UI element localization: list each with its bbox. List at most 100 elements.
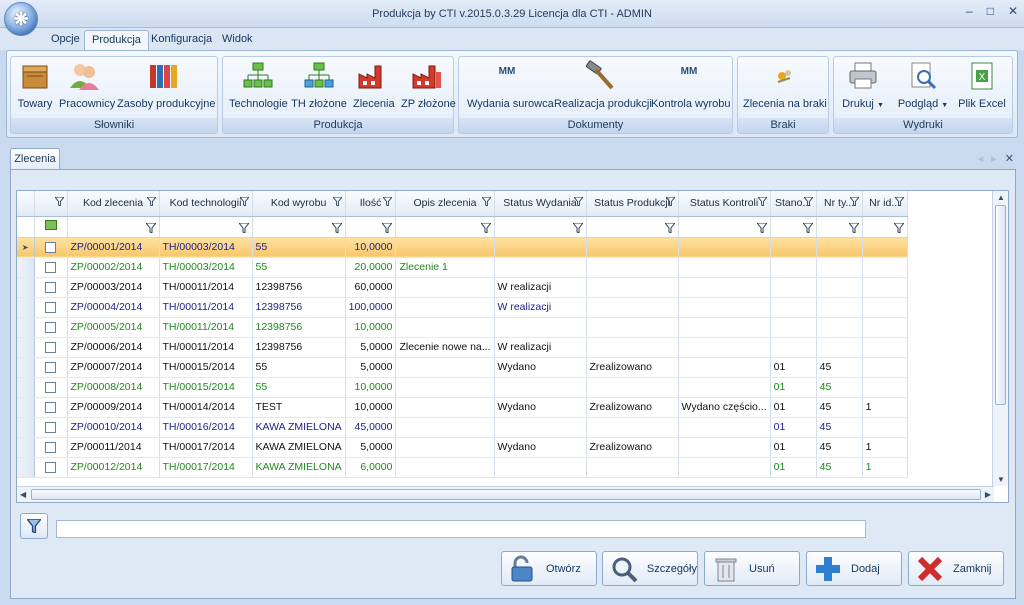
cell-status-kontroli[interactable] <box>678 317 771 338</box>
row-indicator[interactable] <box>17 437 35 458</box>
row-select-cell[interactable] <box>34 297 68 318</box>
cell-nr-typu[interactable]: 45 <box>816 437 863 458</box>
cell-opis-zlecenia[interactable] <box>395 237 495 258</box>
filter-icon[interactable] <box>894 197 904 206</box>
table-row[interactable]: ZP/00006/2014 TH/00011/2014 12398756 5,0000… <box>17 337 908 358</box>
table-row[interactable]: ZP/00004/2014 TH/00011/2014 12398756 100,00… <box>17 297 908 318</box>
cell-nr-typu[interactable] <box>816 277 863 298</box>
table-row[interactable]: ZP/00011/2014 TH/00017/2014 KAWA ZMIELONA 5… <box>17 437 908 458</box>
column-header-ilosc[interactable]: Ilość <box>345 191 397 217</box>
row-checkbox[interactable] <box>45 401 56 413</box>
kontrola-wyrobu-button[interactable]: MM Kontrola wyrobu <box>651 60 731 116</box>
technologie-button[interactable]: Technologie <box>229 60 288 116</box>
cell-stanowisko[interactable] <box>770 317 817 338</box>
cell-nr-typu[interactable] <box>816 257 863 278</box>
row-select-cell[interactable] <box>34 437 68 458</box>
column-header-kod-zlecenia[interactable]: Kod zlecenia <box>67 191 160 217</box>
cell-ilosc[interactable]: 60,0000 <box>345 277 397 298</box>
realizacja-produkcji-button[interactable]: Realizacja produkcji <box>554 60 652 116</box>
cell-status-produkcji[interactable] <box>586 317 679 338</box>
cell-kod-technologii[interactable]: TH/00017/2014 <box>159 457 253 478</box>
cell-status-produkcji[interactable] <box>586 277 679 298</box>
row-indicator[interactable] <box>17 317 35 338</box>
cell-status-kontroli[interactable] <box>678 337 771 358</box>
filter-cell-nr-typu[interactable] <box>816 216 863 238</box>
row-checkbox[interactable] <box>45 321 56 333</box>
row-indicator[interactable] <box>17 397 35 418</box>
cell-kod-wyrobu[interactable]: KAWA ZMIELONA <box>252 457 346 478</box>
app-menu-orb-icon[interactable]: ❋ <box>4 2 38 36</box>
cell-ilosc[interactable]: 10,0000 <box>345 397 397 418</box>
cell-status-kontroli[interactable] <box>678 237 771 258</box>
cell-ilosc[interactable]: 10,0000 <box>345 237 397 258</box>
cell-nr-id[interactable] <box>862 417 908 438</box>
cell-status-produkcji[interactable] <box>586 237 679 258</box>
cell-stanowisko[interactable]: 01 <box>770 457 817 478</box>
cell-kod-wyrobu[interactable]: 12398756 <box>252 277 346 298</box>
tab-opcje[interactable]: Opcje <box>44 30 87 50</box>
cell-stanowisko[interactable] <box>770 337 817 358</box>
cell-status-wydania[interactable]: W realizacji <box>494 297 587 318</box>
filter-cell-status-produkcji[interactable] <box>586 216 679 238</box>
cell-nr-id[interactable] <box>862 237 908 258</box>
zlecenia-na-braki-button[interactable]: Zlecenia na braki <box>743 60 827 116</box>
cell-status-wydania[interactable]: W realizacji <box>494 277 587 298</box>
row-indicator[interactable] <box>17 337 35 358</box>
filter-cell-status-wydania[interactable] <box>494 216 587 238</box>
cell-kod-technologii[interactable]: TH/00015/2014 <box>159 357 253 378</box>
filter-cell-opis-zlecenia[interactable] <box>395 216 495 238</box>
cell-opis-zlecenia[interactable] <box>395 397 495 418</box>
cell-nr-typu[interactable]: 45 <box>816 377 863 398</box>
scroll-right-icon[interactable]: ▶ <box>985 490 991 499</box>
cell-stanowisko[interactable]: 01 <box>770 417 817 438</box>
filter-toggle-button[interactable] <box>20 513 48 539</box>
cell-stanowisko[interactable]: 01 <box>770 397 817 418</box>
drukuj-button[interactable]: Drukuj ▼ <box>838 60 888 116</box>
cell-kod-zlecenia[interactable]: ZP/00008/2014 <box>67 377 160 398</box>
cell-opis-zlecenia[interactable]: Zlecenie 1 <box>395 257 495 278</box>
tab-produkcja[interactable]: Produkcja <box>84 30 149 50</box>
cell-opis-zlecenia[interactable] <box>395 417 495 438</box>
cell-status-produkcji[interactable]: Zrealizowano <box>586 437 679 458</box>
column-header-status-produkcji[interactable]: Status Produkcji <box>586 191 679 217</box>
cell-status-kontroli[interactable] <box>678 257 771 278</box>
cell-kod-technologii[interactable]: TH/00017/2014 <box>159 437 253 458</box>
cell-kod-technologii[interactable]: TH/00011/2014 <box>159 337 253 358</box>
cell-kod-zlecenia[interactable]: ZP/00010/2014 <box>67 417 160 438</box>
filter-icon[interactable] <box>383 197 393 206</box>
row-select-cell[interactable] <box>34 457 68 478</box>
row-indicator[interactable] <box>17 297 35 318</box>
cell-status-wydania[interactable] <box>494 377 587 398</box>
cell-kod-zlecenia[interactable]: ZP/00003/2014 <box>67 277 160 298</box>
row-checkbox[interactable] <box>45 281 56 293</box>
cell-nr-typu[interactable] <box>816 297 863 318</box>
row-select-cell[interactable] <box>34 377 68 398</box>
filter-cell-ilosc[interactable] <box>345 216 397 238</box>
table-row[interactable]: ZP/00010/2014 TH/00016/2014 KAWA ZMIELONA 4… <box>17 417 908 438</box>
filter-icon[interactable] <box>665 197 675 206</box>
cell-status-wydania[interactable]: Wydano <box>494 357 587 378</box>
row-select-cell[interactable] <box>34 317 68 338</box>
row-select-cell[interactable] <box>34 397 68 418</box>
cell-status-wydania[interactable] <box>494 317 587 338</box>
cell-opis-zlecenia[interactable] <box>395 377 495 398</box>
cell-kod-technologii[interactable]: TH/00011/2014 <box>159 277 253 298</box>
cell-status-produkcji[interactable] <box>586 257 679 278</box>
row-select-cell[interactable] <box>34 237 68 258</box>
row-indicator[interactable] <box>17 257 35 278</box>
cell-nr-typu[interactable] <box>816 317 863 338</box>
cell-opis-zlecenia[interactable] <box>395 457 495 478</box>
filter-icon[interactable] <box>146 197 156 206</box>
towary-button[interactable]: Towary <box>17 60 53 116</box>
cell-ilosc[interactable]: 5,0000 <box>345 337 397 358</box>
cell-status-kontroli[interactable] <box>678 437 771 458</box>
filter-icon[interactable] <box>803 197 813 206</box>
column-header-opis-zlecenia[interactable]: Opis zlecenia <box>395 191 495 217</box>
filter-icon[interactable] <box>849 197 859 206</box>
vertical-scroll-thumb[interactable] <box>995 205 1006 405</box>
cell-opis-zlecenia[interactable] <box>395 277 495 298</box>
cell-nr-id[interactable] <box>862 377 908 398</box>
table-row[interactable]: ZP/00009/2014 TH/00014/2014 TEST 10,0000 Wyd… <box>17 397 908 418</box>
cell-status-kontroli[interactable] <box>678 457 771 478</box>
cell-stanowisko[interactable]: 01 <box>770 377 817 398</box>
